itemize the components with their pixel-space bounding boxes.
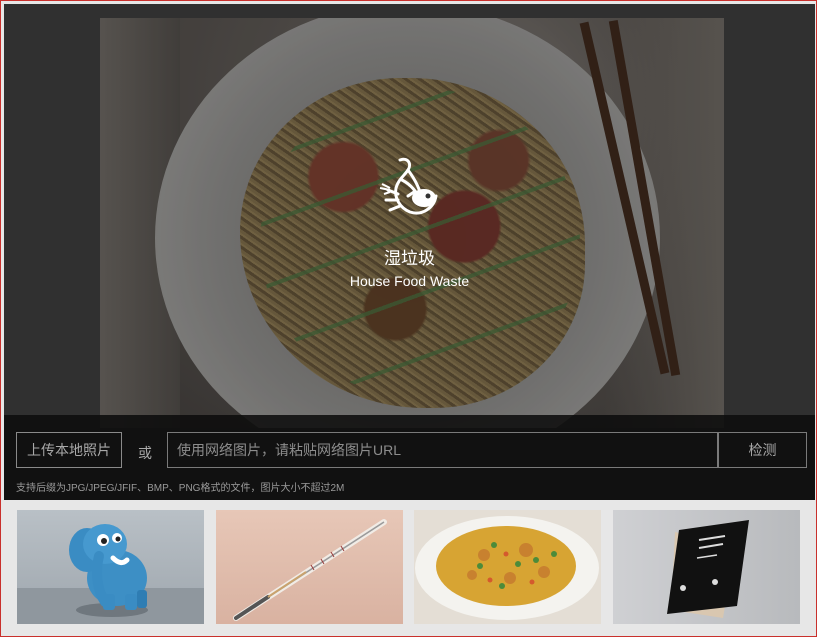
sample-thumb-elephant[interactable] [17,510,204,624]
upload-bar: 上传本地照片 或 检测 支持后缀为JPG/JPEG/JFIF、BMP、PNG格式… [4,415,815,500]
sample-thumb-thermometer[interactable] [216,510,403,624]
detect-button[interactable]: 检测 [718,432,807,468]
sample-thumb-fried-rice[interactable] [414,510,601,624]
category-name-cn: 湿垃圾 [384,249,435,268]
classification-result: 湿垃圾 House Food Waste [4,154,815,289]
upload-local-photo-button[interactable]: 上传本地照片 [16,432,122,468]
sample-thumb-book[interactable] [613,510,800,624]
upload-hint: 支持后缀为JPG/JPEG/JFIF、BMP、PNG格式的文件，图片大小不超过2… [16,483,345,494]
app-frame: 湿垃圾 House Food Waste 上传本地照片 或 检测 支持后缀为JP… [0,0,817,637]
or-label: 或 [138,445,152,461]
category-name-en: House Food Waste [349,273,470,289]
sample-images [17,510,807,624]
food-waste-fishbone-icon [378,154,442,222]
image-url-input[interactable] [167,432,718,468]
